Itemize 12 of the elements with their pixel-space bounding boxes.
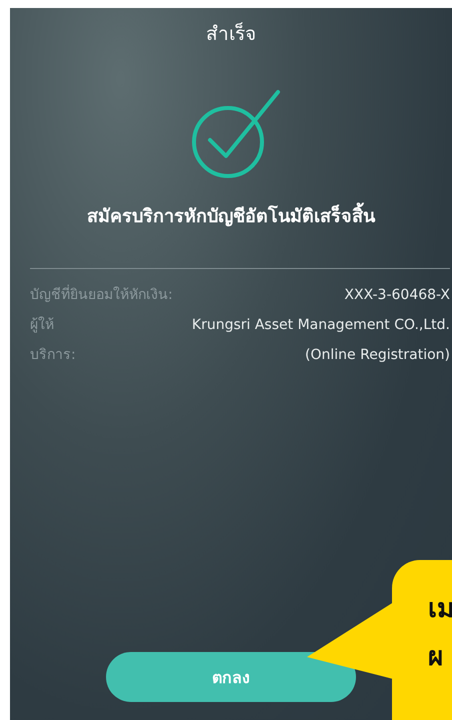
detail-value: XXX-3-60468-X: [344, 286, 450, 305]
check-circle-icon: [190, 88, 282, 180]
detail-label: บัญชีที่ยินยอมให้หักเงิน:: [30, 283, 173, 307]
detail-value: Krungsri Asset Management CO.,Ltd.: [192, 316, 450, 335]
detail-label: ผู้ให้: [30, 316, 54, 335]
detail-value: (Online Registration): [305, 346, 450, 365]
success-heading: สมัครบริการหักบัญชีอัตโนมัติเสร็จสิ้น: [87, 204, 375, 230]
callout-text: เม: [428, 593, 452, 626]
callout-text: ผ: [428, 641, 444, 674]
detail-label: บริการ:: [30, 346, 76, 365]
screen-title: สำเร็จ: [206, 21, 256, 47]
ok-button[interactable]: ตกลง: [106, 652, 356, 702]
